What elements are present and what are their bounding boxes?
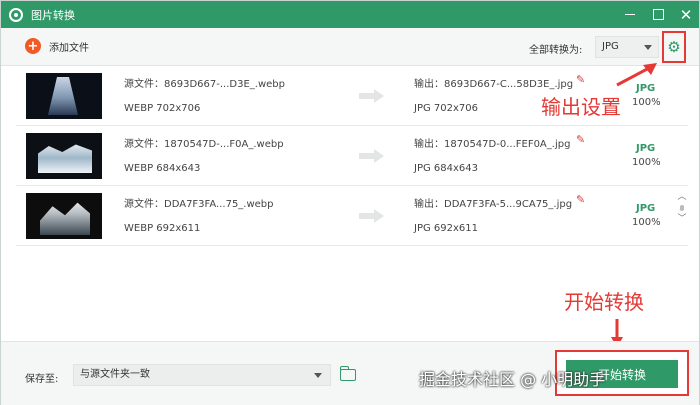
toolbar: + 添加文件 全部转换为: JPG bbox=[1, 28, 699, 66]
app-window: 图片转换 ✕ + 添加文件 全部转换为: JPG ⚙ 源文件：8693D667-… bbox=[0, 0, 700, 405]
edit-icon[interactable]: ✎ bbox=[576, 73, 585, 86]
app-logo-icon bbox=[9, 7, 23, 22]
window-title: 图片转换 bbox=[31, 8, 75, 22]
scrollbar-thumb[interactable] bbox=[680, 205, 684, 211]
save-location-select[interactable]: 与源文件夹一致 bbox=[73, 364, 331, 386]
close-icon[interactable]: ✕ bbox=[679, 7, 693, 22]
gear-icon: ⚙ bbox=[667, 37, 681, 56]
chevron-down-icon[interactable]: ﹀ bbox=[676, 213, 688, 225]
annotation-start-convert: 开始转换 bbox=[564, 290, 644, 314]
edit-icon[interactable]: ✎ bbox=[576, 193, 585, 206]
add-file-button[interactable]: + 添加文件 bbox=[25, 38, 89, 54]
arrow-right-icon bbox=[359, 209, 385, 223]
list-scrollbar[interactable]: ︿ ﹀ bbox=[676, 191, 688, 225]
output-file-name: 输出：8693D667-C...58D3E_.jpg bbox=[414, 79, 574, 90]
format-select[interactable]: JPG bbox=[595, 36, 659, 58]
file-thumbnail bbox=[26, 193, 102, 239]
file-thumbnail bbox=[26, 73, 102, 119]
file-thumbnail bbox=[26, 133, 102, 179]
output-file-meta: JPG 702x706 bbox=[414, 103, 478, 114]
source-file-meta: WEBP 692x611 bbox=[124, 223, 201, 234]
progress-percent: 100% bbox=[632, 97, 661, 108]
source-file-name: 源文件：8693D667-...D3E_.webp bbox=[124, 79, 285, 90]
annotation-output-settings: 输出设置 bbox=[541, 95, 621, 119]
source-file-name: 源文件：DDA7F3FA...75_.webp bbox=[124, 199, 274, 210]
folder-icon[interactable] bbox=[340, 366, 356, 381]
output-file-meta: JPG 684x643 bbox=[414, 163, 478, 174]
source-file-name: 源文件：1870547D-...F0A_.webp bbox=[124, 139, 284, 150]
convert-all-label: 全部转换为: bbox=[529, 45, 583, 56]
chevron-down-icon bbox=[644, 45, 652, 50]
progress-percent: 100% bbox=[632, 217, 661, 228]
progress-percent: 100% bbox=[632, 157, 661, 168]
arrow-right-icon bbox=[359, 89, 385, 103]
output-file-name: 输出：1870547D-0...FEF0A_.jpg bbox=[414, 139, 571, 150]
chevron-up-icon[interactable]: ︿ bbox=[676, 191, 688, 203]
chevron-down-icon bbox=[314, 373, 322, 378]
save-to-label: 保存至: bbox=[25, 374, 59, 385]
add-file-label: 添加文件 bbox=[49, 42, 89, 54]
file-row[interactable]: 源文件：1870547D-...F0A_.webp WEBP 684x643 输… bbox=[16, 127, 688, 186]
output-format-badge: JPG bbox=[636, 143, 656, 154]
format-select-value: JPG bbox=[602, 41, 619, 52]
output-settings-button[interactable]: ⚙ bbox=[662, 31, 686, 63]
source-file-meta: WEBP 702x706 bbox=[124, 103, 201, 114]
maximize-icon[interactable] bbox=[651, 8, 665, 22]
title-bar: 图片转换 ✕ bbox=[1, 1, 699, 28]
minimize-icon[interactable] bbox=[623, 8, 637, 22]
save-location-value: 与源文件夹一致 bbox=[80, 369, 150, 380]
watermark: 掘金技术社区 @ 小明助手 bbox=[419, 370, 606, 389]
source-file-meta: WEBP 684x643 bbox=[124, 163, 201, 174]
output-format-badge: JPG bbox=[636, 203, 656, 214]
arrow-right-icon bbox=[359, 149, 385, 163]
file-row[interactable]: 源文件：DDA7F3FA...75_.webp WEBP 692x611 输出：… bbox=[16, 187, 688, 246]
output-file-name: 输出：DDA7F3FA-5...9CA75_.jpg bbox=[414, 199, 573, 210]
plus-icon: + bbox=[25, 38, 41, 54]
output-file-meta: JPG 692x611 bbox=[414, 223, 478, 234]
window-controls: ✕ bbox=[623, 1, 693, 28]
annotation-arrow bbox=[616, 63, 657, 87]
edit-icon[interactable]: ✎ bbox=[576, 133, 585, 146]
